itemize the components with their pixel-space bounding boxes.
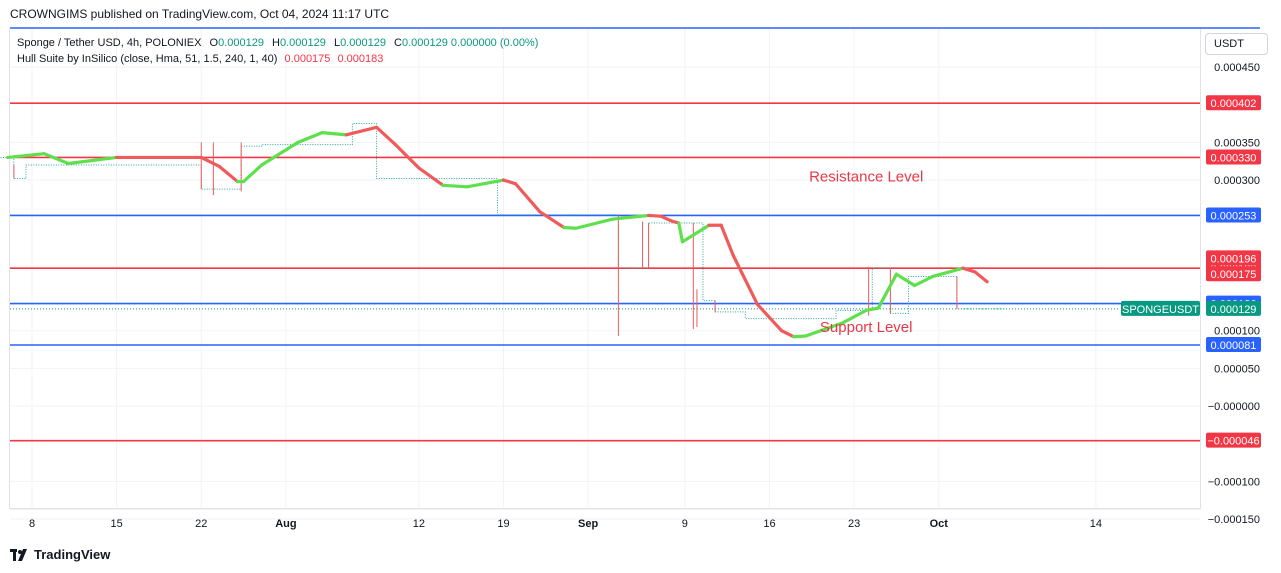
low-value: 0.000129 [340,37,386,49]
hull-segment [779,329,796,339]
x-tick-label: 16 [763,518,775,530]
hull-segment [344,125,379,137]
x-tick-label: 22 [195,518,207,530]
open-label: O [209,37,219,49]
x-tick-label: 12 [413,518,425,530]
level-price-tag: 0.000330 [1211,152,1257,164]
x-tick-label: 19 [497,518,509,530]
symbol-tag: SPONGEUSDT [1122,304,1199,316]
hull-segment [199,155,221,169]
high-value: 0.000129 [279,37,326,49]
hull-segment [659,214,675,224]
x-tick-label: 9 [682,518,688,530]
x-tick-label: 15 [111,518,123,530]
chart-legend: Sponge / Tether USD, 4h, POLONIEX O0.000… [17,35,538,67]
hull-segment [894,272,917,288]
hull-segment [677,221,685,244]
x-tick-label: Sep [578,518,598,530]
y-tick-label: 0.000450 [1214,62,1260,74]
y-tick-label: 0.000100 [1214,326,1260,338]
price-chart[interactable]: Resistance LevelSupport Level 0.0004500.… [0,0,1281,573]
horizontal-levels [10,27,1260,442]
hull-segment [217,164,240,184]
hull-segment [393,142,421,170]
hull-segment [260,140,300,167]
level-price-tag: −0.000046 [1207,436,1259,448]
x-tick-label: Aug [275,518,296,530]
y-tick-label: 0.000350 [1214,137,1260,149]
indicator-value-a: 0.000175 [284,53,331,65]
y-tick-label: 0.000050 [1214,363,1260,375]
hull-segment [441,183,469,189]
hull-segment [574,217,614,230]
hull-segment [719,223,735,257]
symbol-line: Sponge / Tether USD, 4h, POLONIEX O0.000… [17,35,538,51]
close-label: C [394,37,402,49]
y-tick-label: −0.000000 [1208,401,1260,413]
x-tick-label: Oct [930,518,949,530]
high-label: H [272,37,280,49]
indicator-price-tag: 0.000175 [1211,269,1257,281]
indicator-value-b: 0.000183 [337,53,384,65]
hull-segment [864,306,880,312]
indicator-price-tag: 0.000196 [1211,253,1257,265]
y-tick-label: −0.000100 [1208,476,1260,488]
hull-segment [42,152,70,166]
x-tick-label: 23 [848,518,860,530]
price-axis: 0.000450 0.000350 0.000300 0.000100 0.000050… [1208,62,1260,526]
y-tick-label: 0.000300 [1214,175,1260,187]
close-value: 0.000129 [401,37,448,49]
y-tick-label: −0.000150 [1208,514,1260,526]
hull-segment [417,166,445,187]
grid-layer [10,28,1200,520]
annotation-label: Resistance Level [809,169,923,186]
hull-segment [465,178,506,189]
tradingview-footer[interactable]: TradingView [10,547,110,562]
hull-segment [513,182,542,214]
hull-segment [320,130,348,137]
hull-segment [501,178,518,186]
hull-segment [973,270,989,284]
hull-segment [931,266,965,279]
x-tick-label: 14 [1090,518,1102,530]
hull-segment [374,125,397,146]
hull-segment [562,225,578,230]
hull-segment [646,213,663,218]
level-price-tag: 0.000402 [1211,98,1257,110]
symbol-name[interactable]: Sponge / Tether USD, 4h, POLONIEX [17,37,201,49]
tradingview-logo-icon [10,548,27,561]
annotation-label: Support Level [820,319,913,336]
hull-segment [296,130,324,144]
hull-segment [680,223,711,244]
hull-segment [66,155,119,166]
hull-segment [731,253,760,306]
indicator-line: Hull Suite by InSilico (close, Hma, 51, … [17,51,538,67]
indicator-name[interactable]: Hull Suite by InSilico (close, Hma, 51, … [17,53,277,65]
hull-segment [912,274,935,288]
level-price-tag: 0.000253 [1211,210,1257,222]
hull-suite-line [6,125,989,339]
open-value: 0.000129 [218,37,264,49]
change-value: 0.000000 (0.00%) [450,37,539,49]
currency-selector[interactable]: USDT [1205,33,1268,55]
hull-segment [792,334,808,339]
level-price-tag: 0.000081 [1211,340,1257,352]
footer-brand: TradingView [34,547,111,562]
hull-segment [241,163,264,184]
hull-segment [538,210,566,230]
x-tick-label: 8 [29,518,35,530]
last-price-tag: 0.000129 [1211,304,1257,316]
